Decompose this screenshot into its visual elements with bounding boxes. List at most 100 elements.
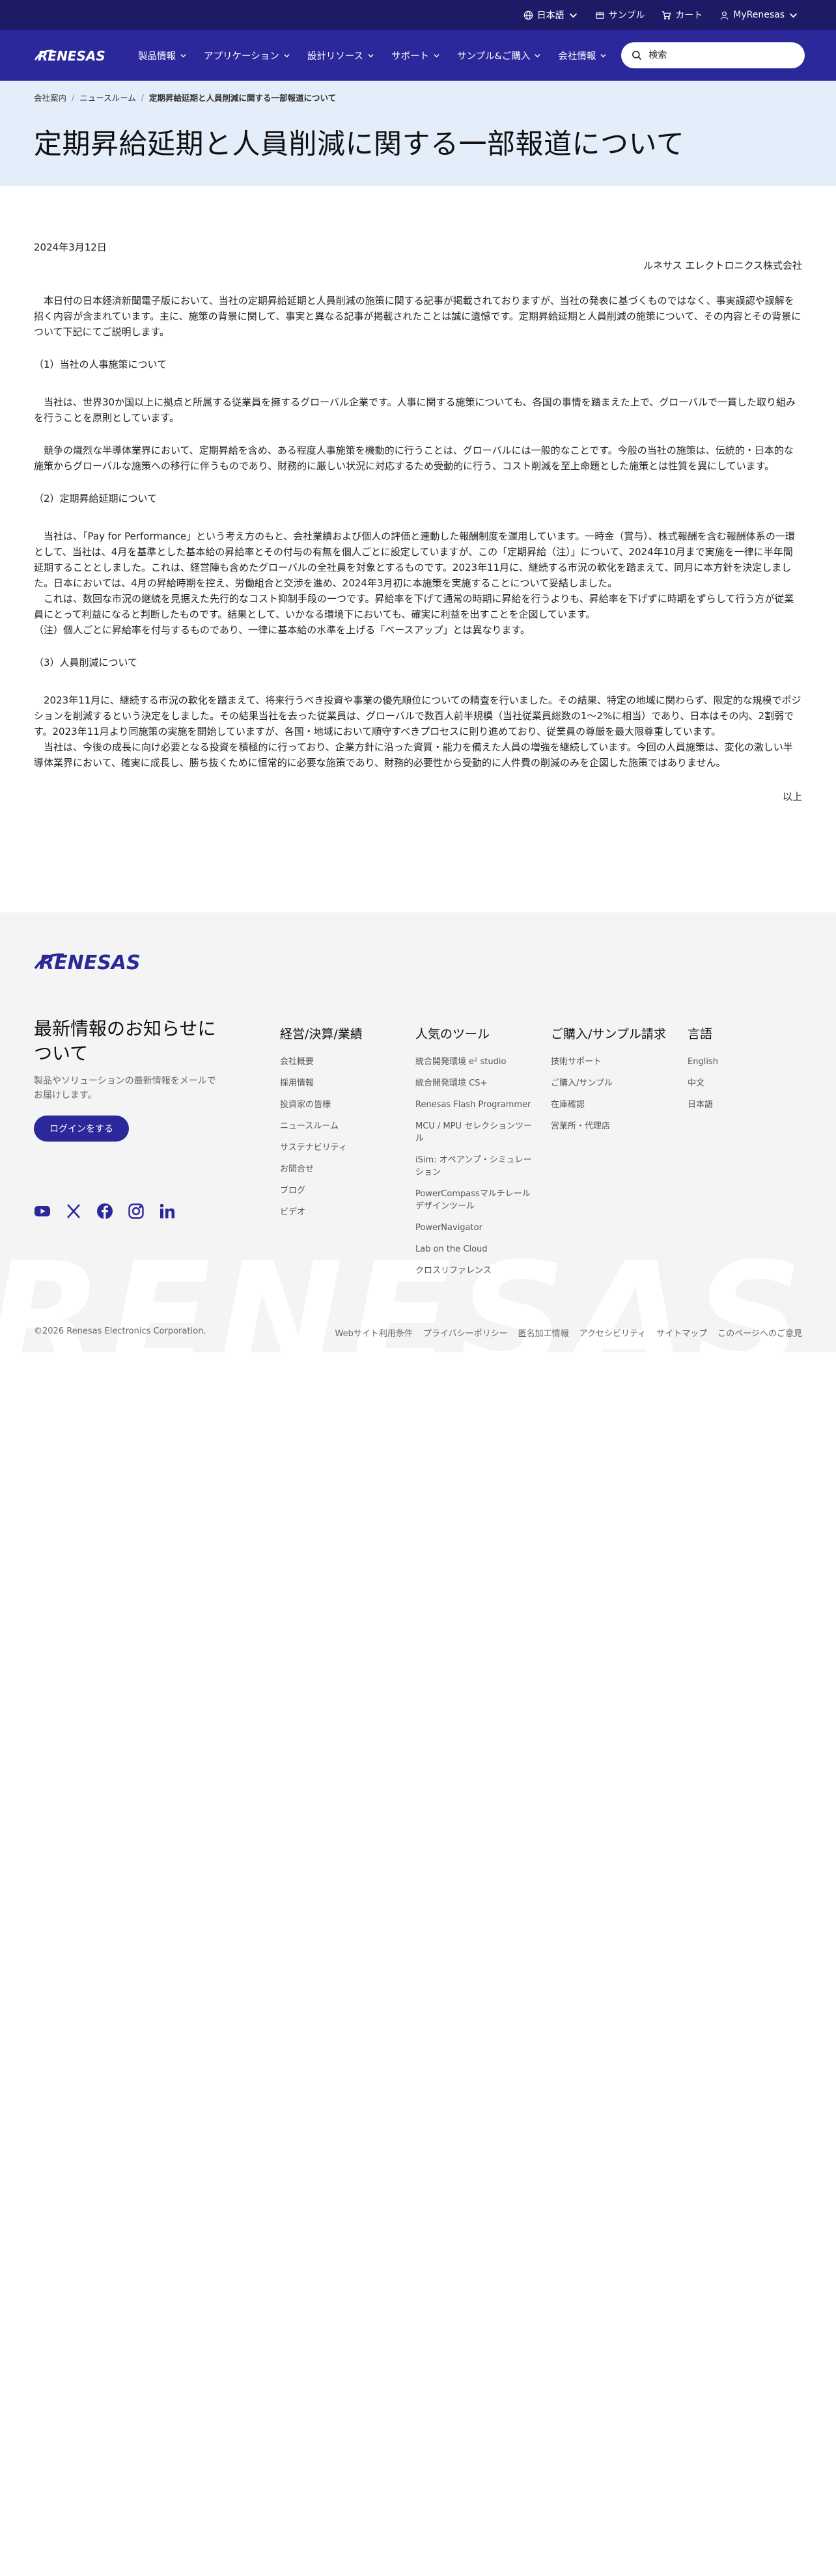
article-body: 2024年3月12日 ルネサス エレクトロニクス株式会社 本日付の日本経済新聞電… — [0, 186, 836, 804]
article-date: 2024年3月12日 — [34, 241, 107, 253]
nav-item-label: アプリケーション — [204, 51, 279, 62]
footer-link[interactable]: English — [688, 1056, 792, 1068]
x-icon[interactable] — [65, 1203, 82, 1220]
chevron-down-icon — [434, 53, 439, 57]
search-input[interactable] — [648, 50, 805, 61]
footer-link[interactable]: 統合開発環境 e² studio — [415, 1056, 533, 1068]
section-heading: （2）定期昇給延期について — [34, 493, 158, 504]
footer-link[interactable]: 日本語 — [688, 1099, 792, 1111]
footer-link[interactable]: Lab on the Cloud — [415, 1243, 533, 1255]
footer-link[interactable]: ビデオ — [280, 1206, 397, 1218]
footer-link[interactable]: 営業所・代理店 — [551, 1120, 668, 1132]
footer-link[interactable]: PowerNavigator — [415, 1222, 533, 1234]
article-company: ルネサス エレクトロニクス株式会社 — [643, 260, 802, 271]
svg-text:RENESAS: RENESAS — [38, 48, 105, 63]
newsletter-description: 製品やソリューションの最新情報をメールでお届けします。 — [34, 1076, 216, 1101]
footer-column-title: 経営/決算/業績 — [280, 1027, 363, 1041]
article-paragraph: 当社は、今後の成長に向け必要となる投資を積極的に行っており、企業方針に沿った資質… — [34, 741, 793, 769]
chevron-down-icon — [535, 53, 541, 57]
cart-link[interactable]: カート — [662, 8, 703, 21]
nav-item-label: サンプル&ご購入 — [457, 51, 531, 62]
footer-link[interactable]: お問合せ — [280, 1163, 397, 1175]
search-box[interactable] — [621, 42, 805, 68]
footer-link[interactable]: Renesas Flash Programmer — [415, 1099, 533, 1111]
footer-link[interactable]: 中文 — [688, 1077, 792, 1089]
article-paragraph: これは、数回な市況の継続を見据えた先行的なコスト抑制手段の一つです。昇給率を下げ… — [34, 593, 794, 620]
nav-item-label: 設計リソース — [307, 51, 363, 62]
nav-item-design-resources[interactable]: 設計リソース — [307, 49, 374, 62]
legal-link[interactable]: アクセシビリティ — [579, 1326, 647, 1339]
search-icon — [632, 51, 642, 61]
chevron-down-icon — [284, 53, 290, 57]
footer-link[interactable]: 会社概要 — [280, 1056, 397, 1068]
nav-item-label: 製品情報 — [138, 51, 176, 62]
breadcrumb-company[interactable]: 会社案内 — [34, 91, 66, 103]
nav-item-company[interactable]: 会社情報 — [558, 49, 607, 62]
site-footer: RENESAS RENESAS 最新情報のお知らせについて 製品やソリューション… — [0, 912, 836, 1352]
login-button[interactable]: ログインをする — [34, 1116, 129, 1142]
sample-label: サンプル — [608, 10, 645, 21]
breadcrumb: 会社案内 / ニュースルーム / 定期昇給延期と人員削減に関する一部報道について — [34, 91, 802, 103]
footer-link[interactable]: 技術サポート — [551, 1056, 668, 1068]
footer-link[interactable]: 投資家の皆様 — [280, 1099, 397, 1111]
breadcrumb-separator: / — [141, 92, 144, 102]
footer-link[interactable]: ブログ — [280, 1185, 397, 1197]
svg-text:RENESAS: RENESAS — [39, 952, 141, 974]
legal-link[interactable]: サイトマップ — [656, 1326, 707, 1339]
utility-bar: 日本語 サンプル カート MyRenesas — [0, 0, 836, 30]
footer-renesas-logo[interactable]: RENESAS — [34, 950, 161, 976]
chevron-down-icon — [789, 12, 798, 18]
article-paragraph: 2023年11月に、継続する市況の軟化を踏まえて、将来行うべき投資や事業の優先順… — [34, 694, 801, 737]
footer-link[interactable]: 在庫確認 — [551, 1099, 668, 1111]
footer-column-tools: 人気のツール 統合開発環境 e² studio 統合開発環境 CS+ Renes… — [415, 1024, 533, 1286]
article-note: （注）個人ごとに昇給率を付与するものであり、一律に基本給の水準を上げる「ベースア… — [34, 624, 531, 636]
cart-icon — [662, 10, 671, 20]
footer-link[interactable]: 採用情報 — [280, 1077, 397, 1089]
facebook-icon[interactable] — [96, 1203, 113, 1220]
footer-column-title: 人気のツール — [415, 1027, 490, 1041]
legal-link[interactable]: Webサイト利用条件 — [335, 1326, 413, 1339]
linkedin-icon[interactable] — [159, 1203, 176, 1220]
breadcrumb-current: 定期昇給延期と人員削減に関する一部報道について — [148, 93, 337, 103]
nav-item-products[interactable]: 製品情報 — [138, 49, 187, 62]
footer-link[interactable]: iSim: オペアンプ・シミュレーション — [415, 1154, 533, 1179]
footer-link[interactable]: クロスリファレンス — [415, 1265, 533, 1277]
footer-link[interactable]: MCU / MPU セレクションツール — [415, 1120, 533, 1145]
newsletter-block: 最新情報のお知らせについて 製品やソリューションの最新情報をメールでお届けします… — [34, 1017, 223, 1142]
sample-link[interactable]: サンプル — [595, 8, 645, 21]
footer-link[interactable]: ニュースルーム — [280, 1120, 397, 1132]
account-label: MyRenesas — [733, 10, 785, 20]
newsletter-title: 最新情報のお知らせについて — [34, 1018, 216, 1064]
nav-item-applications[interactable]: アプリケーション — [204, 49, 290, 62]
globe-icon — [523, 10, 533, 20]
language-label: 日本語 — [536, 10, 564, 21]
language-selector[interactable]: 日本語 — [523, 8, 578, 21]
section-heading: （3）人員削減について — [34, 657, 138, 668]
page-title: 定期昇給延期と人員削減に関する一部報道について — [34, 128, 685, 161]
legal-link[interactable]: プライバシーポリシー — [423, 1326, 508, 1339]
footer-column-title: ご購入/サンプル請求 — [551, 1027, 666, 1041]
footer-link[interactable]: ご購入/サンプル — [551, 1077, 668, 1089]
youtube-icon[interactable] — [34, 1203, 51, 1220]
footer-link[interactable]: PowerCompassマルチレールデザインツール — [415, 1188, 533, 1213]
breadcrumb-newsroom[interactable]: ニュースルーム — [79, 91, 136, 103]
legal-link[interactable]: 匿名加工情報 — [518, 1326, 569, 1339]
nav-item-support[interactable]: サポート — [391, 49, 440, 62]
instagram-icon[interactable] — [128, 1203, 145, 1220]
legal-link[interactable]: このページへのご意見 — [718, 1326, 802, 1339]
account-menu[interactable]: MyRenesas — [719, 10, 798, 20]
nav-item-samples-purchase[interactable]: サンプル&ご購入 — [457, 49, 541, 62]
legal-links: Webサイト利用条件 プライバシーポリシー 匿名加工情報 アクセシビリティ サイ… — [335, 1326, 802, 1339]
breadcrumb-separator: / — [72, 92, 75, 102]
copyright-text: ©2026 Renesas Electronics Corporation. — [34, 1326, 206, 1336]
renesas-logo[interactable]: RENESAS — [34, 48, 118, 63]
chevron-down-icon — [600, 53, 607, 57]
article-paragraph: 当社は、世界30か国以上に拠点と所属する従業員を擁するグローバル企業です。人事に… — [34, 396, 796, 424]
footer-bottom-bar: ©2026 Renesas Electronics Corporation. W… — [34, 1326, 802, 1339]
footer-link[interactable]: 統合開発環境 CS+ — [415, 1077, 533, 1089]
nav-item-label: 会社情報 — [558, 51, 596, 62]
footer-column-title: 言語 — [688, 1027, 713, 1041]
footer-link[interactable]: サステナビリティ — [280, 1142, 397, 1154]
user-icon — [721, 11, 729, 20]
article-closing: 以上 — [782, 791, 802, 802]
